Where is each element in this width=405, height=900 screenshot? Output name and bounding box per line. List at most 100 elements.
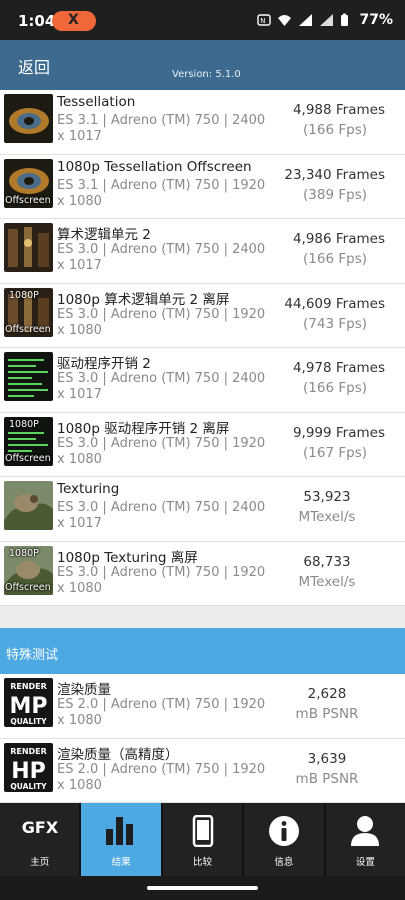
result-row[interactable]: Offscreen 1080p Tessellation Offscreen E…	[0, 154, 405, 219]
texturing-offscreen-thumbnail: 1080P Offscreen	[4, 545, 53, 595]
tab-compare[interactable]: 比较	[163, 803, 245, 876]
1080p-tag: 1080P	[9, 418, 39, 430]
test-detail: ES 2.0 | Adreno (TM) 750 | 1920 x 1080	[57, 761, 266, 793]
battery-icon	[341, 13, 348, 26]
badge-top-text: RENDER	[10, 682, 47, 691]
test-detail: ES 3.0 | Adreno (TM) 750 | 2400 x 1017	[57, 371, 266, 402]
test-detail: ES 3.0 | Adreno (TM) 750 | 1920 x 1080	[57, 435, 266, 467]
notification-pill[interactable]: X	[52, 11, 96, 31]
test-fps: (166 Fps)	[303, 122, 367, 138]
test-detail: ES 2.0 | Adreno (TM) 750 | 1920 x 1080	[57, 697, 266, 728]
test-detail: ES 3.0 | Adreno (TM) 750 | 2400 x 1017	[57, 500, 266, 531]
test-name: 渲染质量（高精度）	[57, 746, 179, 763]
test-score: 2,628	[307, 686, 347, 702]
test-score: 4,988 Frames	[292, 102, 385, 118]
tab-label: 设置	[355, 857, 375, 868]
result-row[interactable]: Tessellation ES 3.1 | Adreno (TM) 750 | …	[0, 90, 405, 155]
tab-label: 信息	[274, 857, 294, 868]
driver-overhead-offscreen-thumbnail: 1080P Offscreen	[4, 416, 53, 466]
test-unit: mB PSNR	[295, 706, 359, 722]
tab-label: 结果	[111, 857, 131, 868]
test-score: 68,733	[303, 553, 351, 570]
gfx-logo-icon: GFX	[22, 818, 59, 837]
section-divider	[0, 606, 405, 628]
test-detail: ES 3.0 | Adreno (TM) 750 | 1920 x 1080	[57, 564, 266, 596]
version-label: Version: 5.1.0	[172, 69, 241, 80]
test-name: Tessellation	[57, 94, 136, 110]
test-name: 1080p 算术逻辑单元 2 离屏	[57, 291, 230, 308]
offscreen-tag: Offscreen	[5, 194, 51, 206]
home-indicator[interactable]	[147, 886, 258, 890]
status-icons: N	[257, 13, 349, 27]
phone-icon	[192, 815, 213, 847]
test-detail: ES 3.0 | Adreno (TM) 750 | 1920 x 1080	[57, 306, 266, 338]
test-score: 4,986 Frames	[292, 231, 385, 247]
badge-top-text: RENDER	[10, 747, 47, 756]
tessellation-thumbnail	[4, 94, 53, 143]
test-fps: (166 Fps)	[303, 251, 367, 267]
nfc-icon: N	[257, 14, 271, 26]
render-quality-mp-badge: RENDER MP QUALITY	[4, 678, 53, 727]
notification-badge-text: X	[68, 12, 79, 28]
1080p-tag: 1080P	[9, 289, 39, 301]
test-name: 1080p Tessellation Offscreen	[57, 158, 252, 175]
1080p-tag: 1080P	[9, 547, 39, 559]
render-quality-hp-badge: RENDER HP QUALITY	[4, 742, 53, 792]
alu-offscreen-thumbnail: 1080P Offscreen	[4, 287, 53, 337]
badge-bottom-text: QUALITY	[10, 782, 47, 791]
test-score: 9,999 Frames	[292, 424, 385, 441]
info-icon	[268, 816, 299, 846]
app-header: 返回 Version: 5.1.0	[0, 40, 405, 90]
special-tests-header: 特殊测试	[0, 628, 405, 674]
offscreen-tag: Offscreen	[5, 452, 51, 464]
result-row[interactable]: 1080P Offscreen 1080p 算术逻辑单元 2 离屏 ES 3.0…	[0, 283, 405, 348]
gfx-logo-text: GFX	[22, 818, 59, 837]
gesture-bar	[0, 876, 405, 900]
signal-icon	[299, 14, 312, 26]
result-row[interactable]: 驱动程序开销 2 ES 3.0 | Adreno (TM) 750 | 2400…	[0, 348, 405, 413]
test-fps: (389 Fps)	[303, 186, 367, 203]
test-score: 53,923	[303, 489, 351, 505]
test-detail: ES 3.1 | Adreno (TM) 750 | 2400 x 1017	[57, 113, 266, 144]
tab-info[interactable]: 信息	[244, 803, 326, 876]
test-fps: (166 Fps)	[303, 380, 367, 396]
test-unit: MTexel/s	[298, 509, 356, 525]
tab-label: 主页	[30, 857, 50, 868]
tessellation-offscreen-thumbnail: Offscreen	[4, 158, 53, 208]
badge-mid-text: MP	[9, 694, 47, 719]
bar-chart-icon	[106, 817, 134, 845]
offscreen-tag: Offscreen	[5, 581, 51, 593]
result-row[interactable]: 1080P Offscreen 1080p Texturing 离屏 ES 3.…	[0, 541, 405, 606]
result-row[interactable]: RENDER MP QUALITY 渲染质量 ES 2.0 | Adreno (…	[0, 674, 405, 739]
back-button[interactable]: 返回	[18, 54, 50, 78]
offscreen-tag: Offscreen	[5, 323, 51, 335]
wifi-icon	[278, 15, 291, 26]
test-score: 3,639	[307, 750, 347, 767]
tab-results[interactable]: 结果	[81, 803, 163, 876]
test-name: 1080p 驱动程序开销 2 离屏	[57, 420, 230, 437]
alu-thumbnail	[4, 223, 53, 272]
results-list[interactable]: Tessellation ES 3.1 | Adreno (TM) 750 | …	[0, 90, 405, 803]
tab-label: 比较	[193, 857, 213, 868]
test-detail: ES 3.1 | Adreno (TM) 750 | 1920 x 1080	[57, 177, 266, 209]
tab-settings[interactable]: 设置	[326, 803, 405, 876]
section-title: 特殊测试	[6, 648, 59, 663]
test-unit: mB PSNR	[295, 770, 359, 787]
test-fps: (743 Fps)	[303, 315, 367, 332]
result-row[interactable]: RENDER HP QUALITY 渲染质量（高精度） ES 2.0 | Adr…	[0, 738, 405, 803]
test-name: 驱动程序开销 2	[57, 356, 151, 372]
test-name: Texturing	[57, 481, 120, 497]
svg-text:N: N	[260, 17, 265, 25]
result-row[interactable]: 1080P Offscreen 1080p 驱动程序开销 2 离屏 ES 3.0…	[0, 412, 405, 477]
status-time: 1:04	[18, 12, 56, 30]
tab-home[interactable]: GFX 主页	[0, 803, 82, 876]
battery-level: 77%	[359, 12, 393, 28]
signal-2-icon	[320, 14, 333, 26]
user-icon	[351, 816, 380, 846]
result-row[interactable]: 算术逻辑单元 2 ES 3.0 | Adreno (TM) 750 | 2400…	[0, 219, 405, 284]
result-row[interactable]: Texturing ES 3.0 | Adreno (TM) 750 | 240…	[0, 477, 405, 542]
test-score: 44,609 Frames	[284, 295, 385, 312]
driver-overhead-thumbnail	[4, 352, 53, 401]
test-score: 4,978 Frames	[292, 360, 385, 376]
texturing-thumbnail	[4, 481, 53, 530]
